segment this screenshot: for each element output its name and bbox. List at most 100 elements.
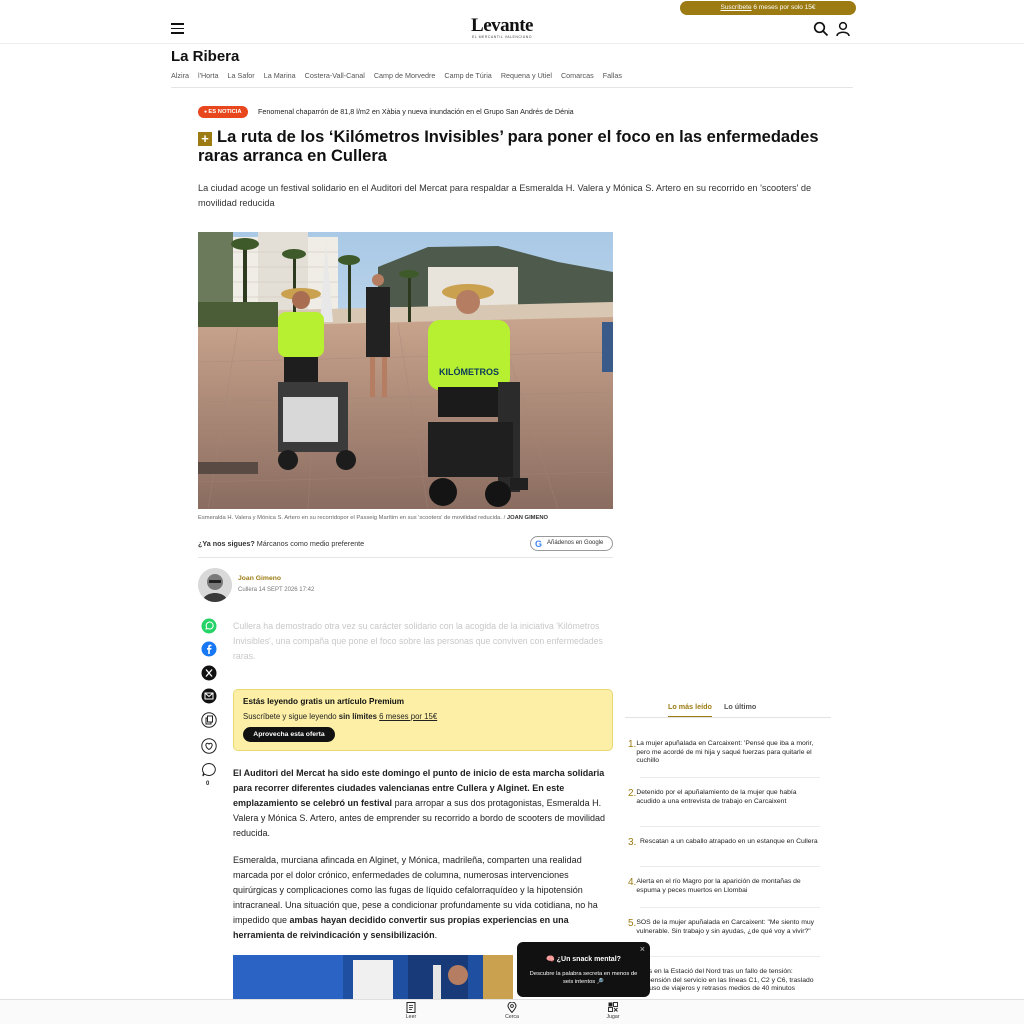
puzzle-grid-icon (608, 1002, 618, 1012)
caption-credit: JOAN GIMENO (506, 515, 549, 521)
rank-title[interactable]: La mujer apuñalada en Carcaixent: 'Pensé… (636, 740, 820, 766)
headline-text: La ruta de los ‘Kilómetros Invisibles’ p… (198, 128, 819, 165)
most-read-item[interactable]: 6.Caos en la Estació del Nord tras un fa… (628, 968, 820, 999)
follow-prompt: ¿Ya nos sigues? Márcanos como medio pref… (198, 539, 364, 548)
paywall-text-a: Suscríbete y sigue leyendo (243, 712, 339, 721)
tab-latest[interactable]: Lo último (724, 702, 756, 718)
logo-text: Levante (471, 15, 533, 36)
subscribe-link[interactable]: Suscríbete (720, 4, 751, 11)
paywall-title: Estás leyendo gratis un artículo Premium (243, 697, 405, 706)
subnav-item[interactable]: Alzira (171, 71, 189, 80)
photo-caption: Esmeralda H. Valera y Mónica S. Artero e… (198, 515, 548, 521)
divider (640, 956, 820, 957)
paragraph-text: . (434, 930, 438, 940)
heart-icon[interactable] (201, 738, 217, 754)
rank-number: 2. (628, 788, 637, 799)
document-icon (406, 1002, 416, 1013)
subnav-item[interactable]: Costera-Vall-Canal (305, 71, 365, 80)
rank-number: 1. (628, 739, 637, 750)
article-dateline: Cullera 14 SEPT 2026 17:42 (238, 587, 315, 593)
most-read-item[interactable]: 3. Rescatan a un caballo atrapado en un e… (628, 838, 820, 848)
rank-title[interactable]: Rescatan a un caballo atrapado en un est… (640, 838, 818, 848)
breaking-link[interactable]: Fenomenal chaparrón de 81,8 l/m2 en Xàbi… (258, 107, 574, 116)
site-logo[interactable]: Levante EL MERCANTIL VALENCIANO (452, 15, 552, 40)
promo-text: 6 meses por solo 15€ (751, 4, 816, 11)
offer-button[interactable]: Aprovecha esta oferta (243, 727, 335, 742)
rank-number: 4. (628, 877, 637, 888)
location-pin-icon (507, 1002, 517, 1013)
close-icon[interactable]: × (640, 944, 645, 954)
subnav-item[interactable]: La Marina (264, 71, 296, 80)
author-name[interactable]: Joan Gimeno (238, 575, 281, 582)
facebook-icon[interactable] (201, 641, 217, 657)
caption-text: Esmeralda H. Valera y Mónica S. Artero e… (198, 515, 507, 521)
author-avatar[interactable] (198, 568, 232, 602)
google-icon: G (535, 539, 543, 549)
divider (625, 717, 831, 718)
divider (198, 557, 613, 558)
rank-title[interactable]: SOS de la mujer apuñalada en Carcaixent:… (636, 919, 820, 936)
nav-read-label: Leer (405, 1014, 417, 1020)
paywall-text: Suscríbete y sigue leyendo sin límites 6… (243, 712, 437, 721)
divider (640, 826, 820, 827)
hamburger-icon[interactable] (171, 23, 184, 34)
divider (640, 866, 820, 867)
whatsapp-icon[interactable] (201, 618, 217, 634)
sidebar-tabs: Lo más leído Lo último (668, 702, 756, 718)
subnav-item[interactable]: Comarcas (561, 71, 594, 80)
subnav-item[interactable]: La Safor (228, 71, 255, 80)
email-icon[interactable] (201, 688, 217, 704)
subscribe-promo[interactable]: Suscríbete 6 meses por solo 15€ (680, 1, 856, 15)
snack-description: Descubre la palabra secreta en menos de … (529, 971, 638, 985)
copy-icon[interactable] (201, 712, 217, 728)
subnav-item[interactable]: Fallas (603, 71, 622, 80)
most-read-item[interactable]: 5. SOS de la mujer apuñalada en Carcaixen… (628, 918, 820, 936)
subnav-item[interactable]: Requena y Utiel (501, 71, 552, 80)
nav-near[interactable]: Cerca (497, 1002, 527, 1020)
nav-play[interactable]: Jugar (598, 1002, 628, 1020)
tab-most-read[interactable]: Lo más leído (668, 702, 712, 718)
most-read-item[interactable]: 2. Detenido por el apuñalamiento de la mu… (628, 788, 820, 806)
follow-question: ¿Ya nos sigues? (198, 539, 255, 548)
paywall-text-bold: sin límites (338, 712, 377, 721)
most-read-item[interactable]: 1. La mujer apuñalada en Carcaixent: 'Pen… (628, 740, 820, 766)
divider (171, 87, 853, 88)
nav-play-label: Jugar (606, 1014, 620, 1020)
breaking-badge: ES NOTICIA (198, 106, 248, 118)
subnav-item[interactable]: Camp de Morvedre (374, 71, 436, 80)
article-photo[interactable]: KILÓMETROS (198, 232, 613, 509)
snack-popup[interactable]: × 🧠 ¿Un snack mental? Descubre la palabr… (517, 942, 650, 997)
article-subhead: La ciudad acoge un festival solidario en… (198, 183, 812, 208)
add-google-button[interactable]: G Añádenos en Google (530, 536, 613, 551)
rank-number: 3. (628, 837, 637, 848)
article-headline: + La ruta de los ‘Kilómetros Invisibles’ … (198, 128, 838, 166)
article-paragraph: Esmeralda, murciana afincada en Alginet,… (233, 853, 613, 943)
rank-title[interactable]: Detenido por el apuñalamiento de la muje… (636, 789, 820, 806)
paywall-box: Estás leyendo gratis un artículo Premium… (233, 689, 613, 751)
section-title[interactable]: La Ribera (171, 48, 239, 65)
follow-text: Márcanos como medio preferente (254, 539, 365, 548)
divider (640, 907, 820, 908)
comment-icon[interactable] (201, 762, 217, 778)
subnav-item[interactable]: Camp de Túria (444, 71, 491, 80)
x-icon[interactable] (201, 665, 217, 681)
divider (640, 777, 820, 778)
rank-title[interactable]: Caos en la Estació del Nord tras un fall… (636, 968, 820, 999)
inline-photo[interactable] (233, 955, 513, 999)
section-subnav: Alzira l'Horta La Safor La Marina Coster… (171, 71, 622, 80)
logo-tagline: EL MERCANTIL VALENCIANO (472, 35, 532, 39)
premium-icon: + (198, 132, 212, 146)
shirt-text: KILÓMETROS (439, 366, 499, 377)
rank-title[interactable]: Alerta en el río Magro por la aparición … (636, 878, 820, 895)
google-button-label: Añádenos en Google (547, 540, 604, 546)
nav-read[interactable]: Leer (396, 1002, 426, 1020)
comment-count: 0 (206, 781, 210, 787)
user-icon[interactable] (835, 21, 851, 37)
nav-near-label: Cerca (505, 1014, 519, 1020)
subnav-item[interactable]: l'Horta (198, 71, 219, 80)
paywall-offer-link[interactable]: 6 meses por 15€ (379, 712, 437, 721)
most-read-item[interactable]: 4. Alerta en el río Magro por la aparició… (628, 877, 820, 895)
article-teaser-faded: Cullera ha demostrado otra vez su caráct… (233, 621, 603, 661)
search-icon[interactable] (813, 21, 829, 37)
rank-number: 5. (628, 918, 637, 929)
